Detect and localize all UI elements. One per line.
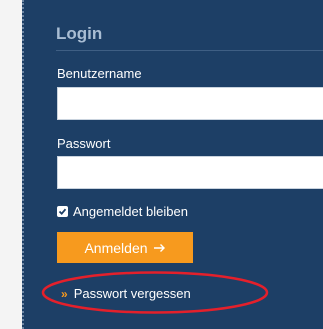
arrow-right-icon <box>153 243 165 252</box>
login-panel: Login Benutzername Passwort Angemeldet b… <box>22 0 323 329</box>
password-label: Passwort <box>57 136 111 151</box>
remember-me-label: Angemeldet bleiben <box>73 204 188 219</box>
red-highlight-ellipse <box>41 271 269 314</box>
remember-me-checkbox[interactable] <box>57 206 68 217</box>
login-title: Login <box>56 24 103 43</box>
login-button-label: Anmelden <box>84 239 148 256</box>
checkmark-icon <box>58 208 67 216</box>
username-input[interactable] <box>57 87 323 120</box>
username-label: Benutzername <box>57 66 142 81</box>
remember-me-row[interactable]: Angemeldet bleiben <box>57 204 188 219</box>
password-input[interactable] <box>57 156 323 189</box>
title-divider <box>56 50 323 51</box>
login-button[interactable]: Anmelden <box>57 232 193 263</box>
